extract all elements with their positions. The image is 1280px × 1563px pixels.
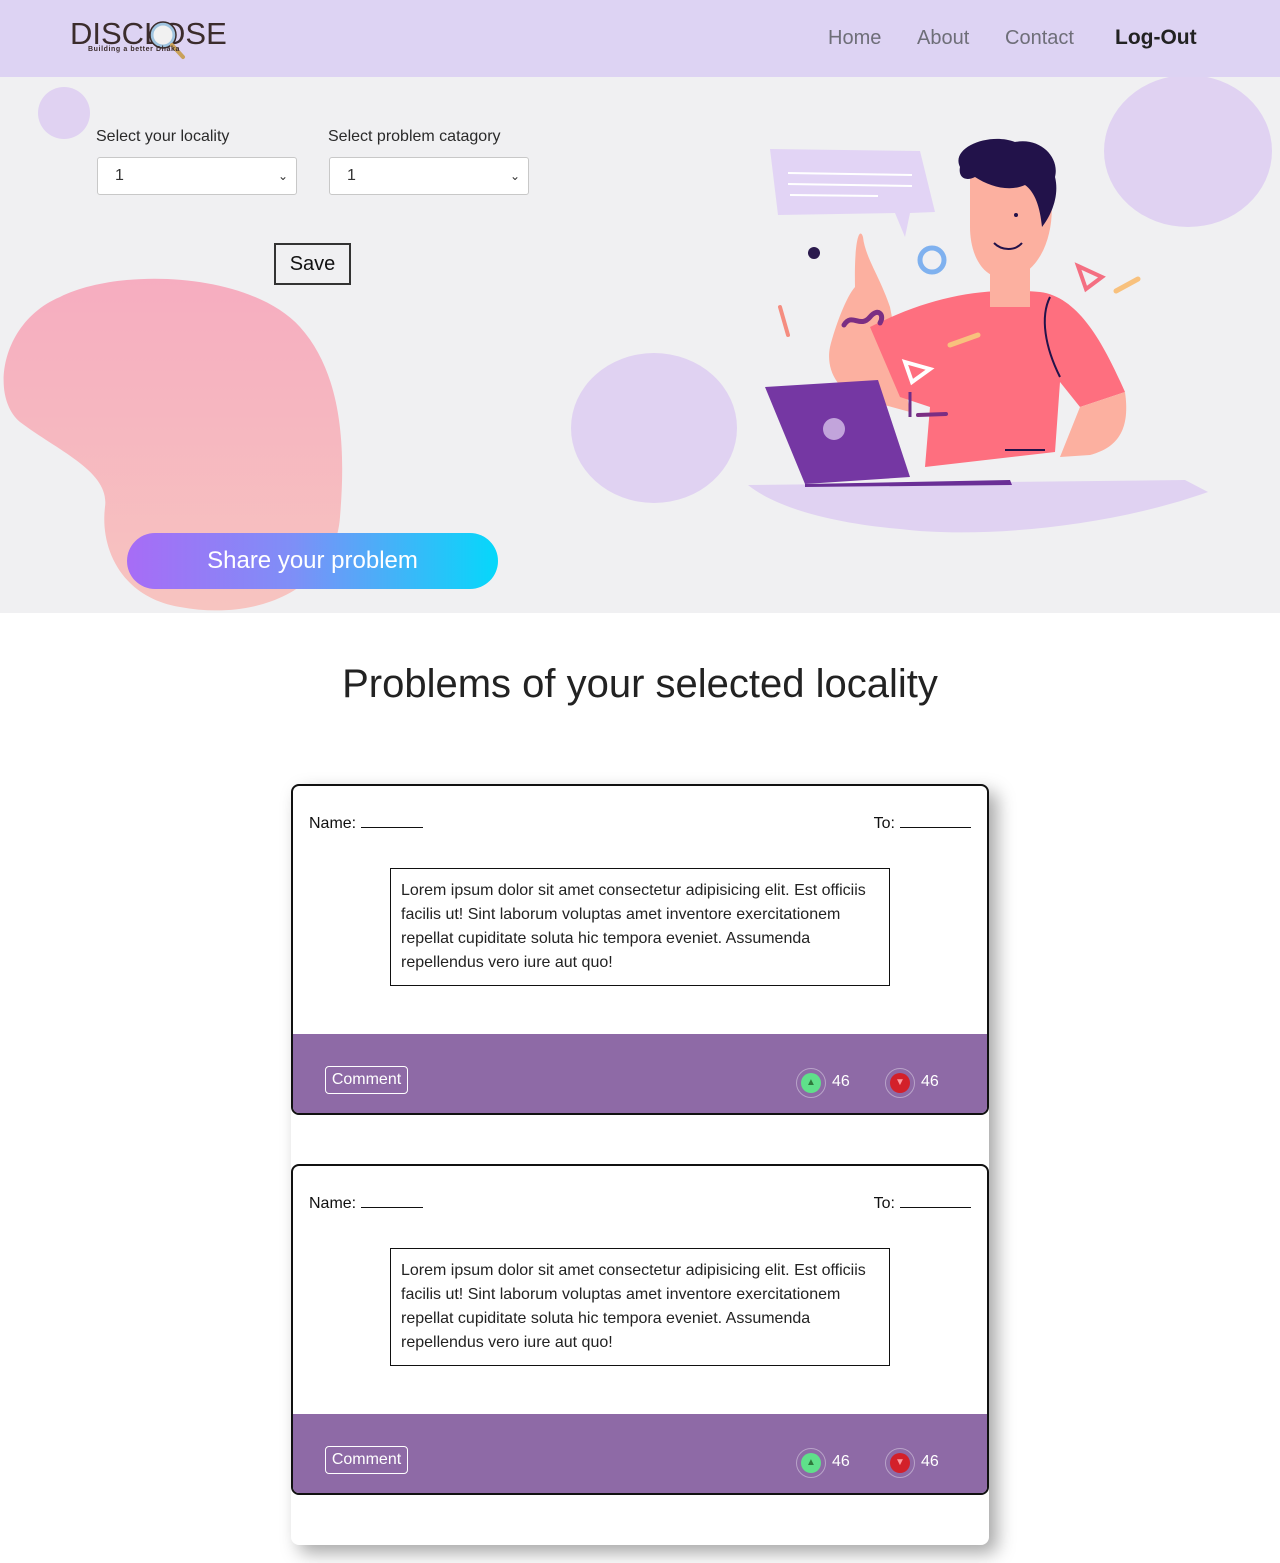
chevron-down-icon: ⌄	[509, 169, 520, 183]
downvote-count: 46	[921, 1453, 939, 1470]
name-label: Name:	[309, 815, 357, 832]
problem-description: Lorem ipsum dolor sit amet consectetur a…	[390, 1248, 890, 1366]
comment-button[interactable]: Comment	[325, 1446, 408, 1474]
logo-tagline: Building a better Dhaka	[88, 46, 180, 53]
category-select-value: 1	[347, 167, 356, 184]
upvote-count: 46	[832, 1453, 850, 1470]
nav-about-link[interactable]: About	[917, 27, 969, 50]
logo[interactable]: DISCLOSE Building a better Dhaka	[70, 14, 227, 60]
thumbs-down-icon: ▼	[890, 1073, 910, 1093]
locality-label: Select your locality	[96, 128, 230, 145]
nav-logout-link[interactable]: Log-Out	[1115, 26, 1197, 50]
thumbs-up-icon: ▲	[801, 1453, 821, 1473]
upvote-count: 46	[832, 1073, 850, 1090]
problems-list: Name: To: Lorem ipsum dolor sit amet con…	[291, 784, 989, 1545]
save-button[interactable]: Save	[274, 243, 351, 285]
comment-button[interactable]: Comment	[325, 1066, 408, 1094]
problem-description: Lorem ipsum dolor sit amet consectetur a…	[390, 868, 890, 986]
to-label: To:	[873, 815, 895, 832]
card-footer: Comment ▲ 46 ▼ 46	[293, 1414, 987, 1493]
card-footer: Comment ▲ 46 ▼ 46	[293, 1034, 987, 1113]
problem-card: Name: To: Lorem ipsum dolor sit amet con…	[291, 1164, 989, 1495]
locality-select-value: 1	[115, 167, 124, 184]
nav-contact-link[interactable]: Contact	[1005, 27, 1074, 50]
downvote-count: 46	[921, 1073, 939, 1090]
to-field: To:	[874, 814, 971, 833]
to-blank	[900, 814, 971, 828]
name-blank	[361, 1194, 424, 1208]
category-select[interactable]: 1 ⌄	[329, 157, 529, 195]
to-label: To:	[873, 1195, 895, 1212]
chevron-down-icon: ⌄	[277, 169, 288, 183]
navbar: DISCLOSE Building a better Dhaka Home Ab…	[0, 0, 1280, 77]
name-label: Name:	[309, 1195, 357, 1212]
name-field: Name:	[309, 814, 424, 833]
name-blank	[361, 814, 424, 828]
magnifier-icon	[149, 21, 185, 59]
share-problem-button[interactable]: Share your problem	[127, 533, 498, 589]
to-field: To:	[874, 1194, 971, 1213]
to-blank	[900, 1194, 971, 1208]
person-with-laptop-illustration	[765, 138, 1141, 487]
locality-select[interactable]: 1 ⌄	[97, 157, 297, 195]
name-field: Name:	[309, 1194, 424, 1213]
thumbs-down-icon: ▼	[890, 1453, 910, 1473]
problem-card: Name: To: Lorem ipsum dolor sit amet con…	[291, 784, 989, 1115]
hero-section: Select your locality Select problem cata…	[0, 77, 1280, 613]
category-label: Select problem catagory	[328, 128, 501, 145]
section-title: Problems of your selected locality	[342, 662, 938, 706]
nav-home-link[interactable]: Home	[828, 27, 881, 50]
thumbs-up-icon: ▲	[801, 1073, 821, 1093]
